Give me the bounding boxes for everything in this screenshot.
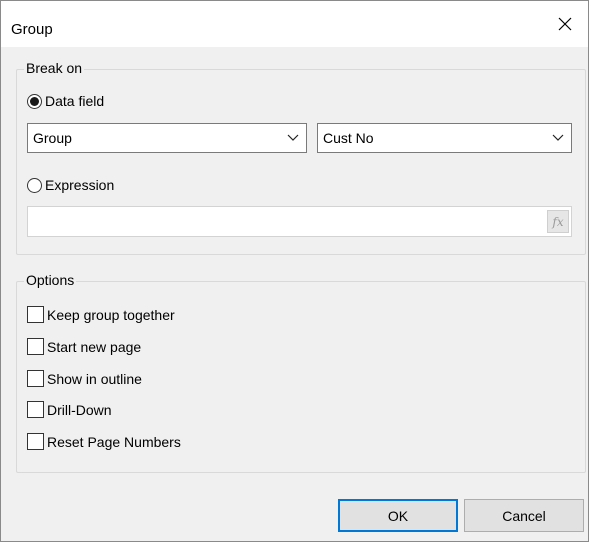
close-button[interactable] [542,1,588,47]
data-field-radio-indicator [27,93,42,109]
window-title: Group [11,21,53,38]
checkbox-box [27,433,44,450]
fx-icon: fx [552,214,564,229]
checkbox-box [27,338,44,355]
expression-radio[interactable]: Expression [27,177,114,193]
cancel-button[interactable]: Cancel [464,499,584,532]
checkbox-label: Drill-Down [47,401,112,418]
expression-input[interactable]: fx [27,206,572,237]
checkbox-label: Show in outline [47,370,142,387]
keep-group-together-checkbox[interactable]: Keep group together [27,306,175,323]
start-new-page-checkbox[interactable]: Start new page [27,338,141,355]
chevron-down-icon [552,134,564,141]
checkbox-box [27,401,44,418]
options-label: Options [24,272,77,288]
data-field-label: Data field [45,93,105,109]
expression-radio-indicator [27,177,42,193]
ok-button[interactable]: OK [338,499,458,532]
checkbox-label: Reset Page Numbers [47,433,181,450]
checkbox-label: Start new page [47,338,142,355]
checkbox-label: Keep group together [47,306,175,323]
title-bar: Group [1,1,588,47]
break-on-label: Break on [24,60,85,76]
checkbox-box [27,306,44,323]
close-icon [558,17,572,31]
field-combo-1-value: Group [33,130,72,146]
radio-selected-dot [30,96,39,106]
expression-label: Expression [45,177,115,193]
chevron-down-icon [287,134,299,141]
show-in-outline-checkbox[interactable]: Show in outline [27,370,142,387]
reset-page-numbers-checkbox[interactable]: Reset Page Numbers [27,433,181,450]
data-field-radio[interactable]: Data field [27,93,104,109]
checkbox-box [27,370,44,387]
field-combo-2[interactable]: Cust No [317,123,572,153]
group-dialog: Group Break on Data field Group Cust No … [0,0,589,542]
cancel-button-label: Cancel [502,507,546,524]
ok-button-label: OK [387,507,409,524]
expression-builder-button[interactable]: fx [547,210,569,233]
drill-down-checkbox[interactable]: Drill-Down [27,401,112,418]
field-combo-2-value: Cust No [323,130,374,146]
field-combo-1[interactable]: Group [27,123,307,153]
